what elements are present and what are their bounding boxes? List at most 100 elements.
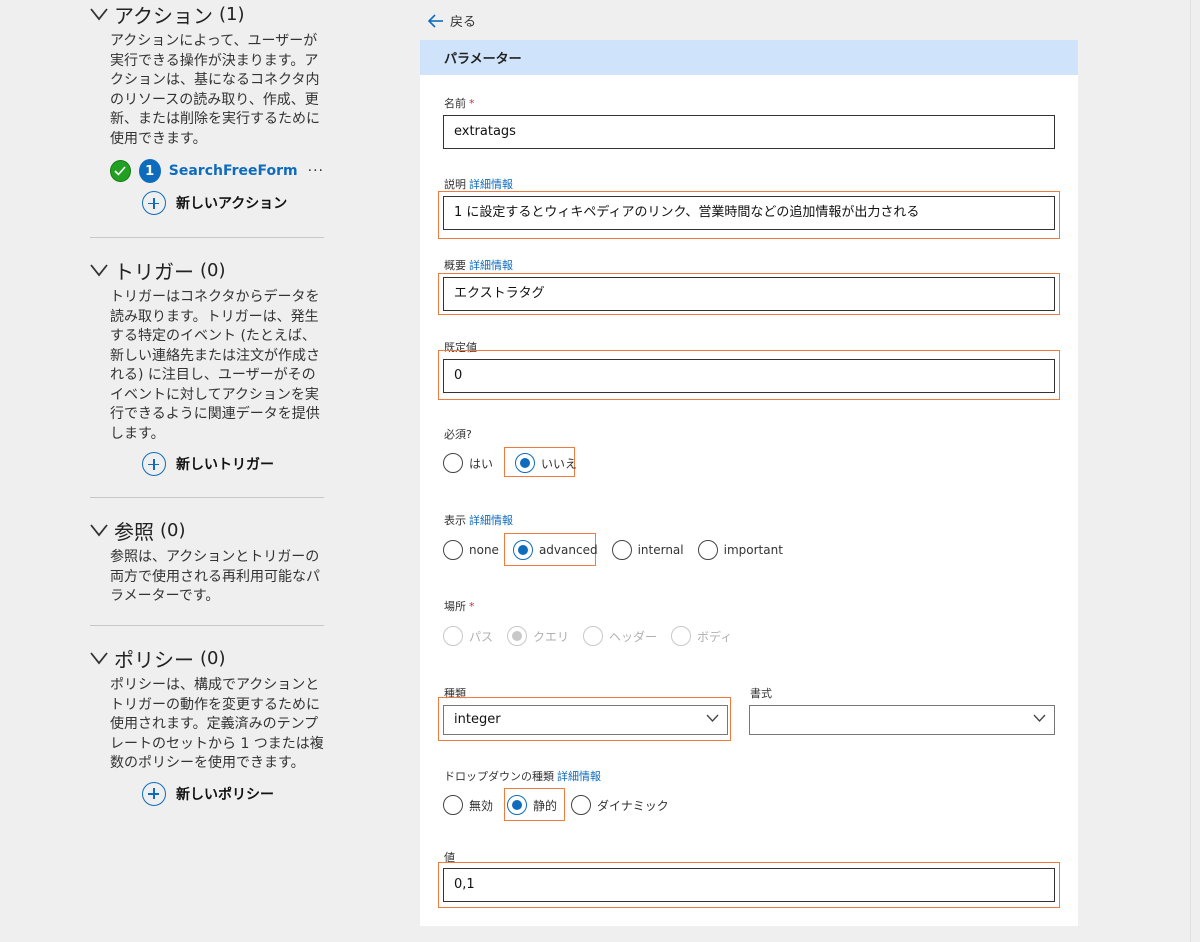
radio-circle-disabled [671, 626, 692, 646]
actions-section: アクション (1) アクションによって、ユーザーが実行できる操作が決まります。ア… [90, 0, 324, 215]
type-select[interactable]: integer [443, 705, 728, 735]
radio-circle[interactable] [443, 453, 463, 473]
location-label: 場所 * [444, 598, 475, 614]
policies-count: (0) [200, 647, 226, 669]
radio-circle[interactable] [571, 795, 592, 815]
radio-internal[interactable]: internal [611, 540, 684, 560]
radio-label: 静的 [533, 798, 558, 813]
plus-circle-icon [142, 191, 166, 215]
radio-circle-disabled [583, 626, 604, 646]
references-count: (0) [160, 519, 186, 541]
description-input[interactable]: 1 に設定するとウィキペディアのリンク、営業時間などの追加情報が出力される [443, 196, 1055, 230]
references-description: 参照は、アクションとトリガーの両方で使用される再利用可能なパラメーターです。 [110, 549, 320, 604]
type-select-value: integer [454, 712, 501, 727]
left-sidebar: アクション (1) アクションによって、ユーザーが実行できる操作が決まります。ア… [0, 0, 330, 942]
triggers-title: トリガー [114, 259, 194, 284]
divider [90, 237, 324, 238]
radio-header: ヘッダー [583, 626, 657, 646]
references-section: 参照 (0) 参照は、アクションとトリガーの両方で使用される再利用可能なパラメー… [90, 516, 324, 607]
back-link[interactable]: 戻る [428, 11, 476, 30]
radio-disabled-option[interactable]: 無効 [443, 795, 493, 815]
radio-label: none [469, 543, 499, 557]
radio-static[interactable]: 静的 [507, 795, 557, 815]
name-label: 名前 * [444, 95, 475, 111]
divider [90, 625, 324, 626]
policies-title: ポリシー [114, 647, 194, 672]
chevron-down-icon[interactable] [90, 7, 108, 21]
radio-label: ダイナミック [597, 798, 669, 813]
more-info-link[interactable]: 詳細情報 [469, 259, 513, 272]
new-trigger-button[interactable]: 新しいトリガー [142, 452, 324, 476]
scrollbar[interactable] [1190, 0, 1200, 942]
actions-header[interactable]: アクション (1) [90, 0, 324, 28]
new-action-button[interactable]: 新しいアクション [142, 191, 324, 215]
references-header[interactable]: 参照 (0) [90, 516, 324, 544]
new-trigger-label: 新しいトリガー [176, 457, 274, 473]
radio-label: internal [637, 543, 684, 557]
more-info-link[interactable]: 詳細情報 [557, 770, 601, 783]
panel-title: パラメーター [420, 40, 1078, 75]
summary-label-text: 概要 [444, 259, 466, 272]
divider [90, 497, 324, 498]
radio-circle-selected[interactable] [515, 453, 536, 473]
required-radio-group: はい いいえ [443, 453, 587, 473]
default-input[interactable]: 0 [443, 359, 1055, 393]
radio-label: パス [469, 629, 494, 644]
summary-input[interactable]: エクストラタグ [443, 277, 1055, 311]
radio-label: 無効 [469, 798, 494, 813]
visibility-radio-group: none advanced internal important [443, 540, 793, 560]
name-input[interactable]: extratags [443, 115, 1055, 149]
radio-dynamic[interactable]: ダイナミック [571, 795, 669, 815]
actions-description: アクションによって、ユーザーが実行できる操作が決まります。アクションは、基になる… [110, 33, 320, 147]
radio-circle[interactable] [697, 540, 718, 560]
more-info-link[interactable]: 詳細情報 [469, 178, 513, 191]
chevron-down-icon [1033, 714, 1046, 722]
required-marker: * [469, 97, 475, 110]
actions-count: (1) [219, 3, 245, 25]
radio-circle[interactable] [611, 540, 632, 560]
radio-circle-disabled-selected [507, 626, 528, 646]
new-policy-button[interactable]: 新しいポリシー [142, 781, 324, 806]
radio-label: ヘッダー [609, 629, 658, 644]
chevron-down-icon[interactable] [90, 523, 108, 537]
radio-circle[interactable] [443, 540, 463, 560]
dropdown-type-label-text: ドロップダウンの種類 [444, 770, 554, 783]
triggers-description: トリガーはコネクタからデータを読み取ります。トリガーは、発生する特定のイベント … [110, 289, 320, 442]
more-info-link[interactable]: 詳細情報 [469, 514, 513, 527]
policies-header[interactable]: ポリシー (0) [90, 644, 324, 672]
action-item[interactable]: 1 SearchFreeForm ··· [110, 159, 324, 183]
action-number-badge: 1 [138, 159, 161, 183]
parameter-panel: パラメーター 名前 * extratags 説明 詳細情報 1 に設定するとウィキペ… [420, 40, 1078, 926]
radio-path: パス [443, 626, 493, 646]
radio-label: advanced [538, 543, 598, 557]
radio-no[interactable]: いいえ [515, 453, 577, 473]
radio-circle-selected[interactable] [507, 795, 528, 815]
plus-circle-icon [142, 781, 166, 806]
actions-title: アクション [114, 3, 213, 28]
policies-section: ポリシー (0) ポリシーは、構成でアクションとトリガーの動作を変更するために使… [90, 644, 324, 806]
more-options-icon[interactable]: ··· [308, 163, 324, 179]
radio-yes[interactable]: はい [443, 453, 493, 473]
plus-circle-icon [142, 452, 166, 476]
chevron-down-icon[interactable] [90, 263, 108, 277]
new-action-label: 新しいアクション [176, 196, 288, 212]
radio-circle-selected[interactable] [512, 540, 533, 560]
radio-label: important [723, 543, 783, 557]
radio-body: ボディ [671, 626, 732, 646]
triggers-header[interactable]: トリガー (0) [90, 256, 324, 284]
action-name-link[interactable]: SearchFreeForm [169, 163, 298, 179]
visibility-label-text: 表示 [444, 514, 466, 527]
format-select[interactable] [749, 705, 1055, 735]
chevron-down-icon[interactable] [90, 651, 108, 665]
radio-none[interactable]: none [443, 540, 499, 560]
references-title: 参照 [114, 519, 154, 544]
required-marker: * [469, 600, 475, 613]
radio-circle[interactable] [443, 795, 463, 815]
radio-query: クエリ [507, 626, 569, 646]
summary-label: 概要 詳細情報 [444, 257, 513, 273]
policies-description: ポリシーは、構成でアクションとトリガーの動作を変更するために使用されます。定義済… [110, 677, 324, 771]
values-input[interactable]: 0,1 [443, 868, 1055, 902]
radio-advanced[interactable]: advanced [512, 540, 598, 560]
radio-important[interactable]: important [697, 540, 783, 560]
radio-label: ボディ [697, 629, 733, 644]
